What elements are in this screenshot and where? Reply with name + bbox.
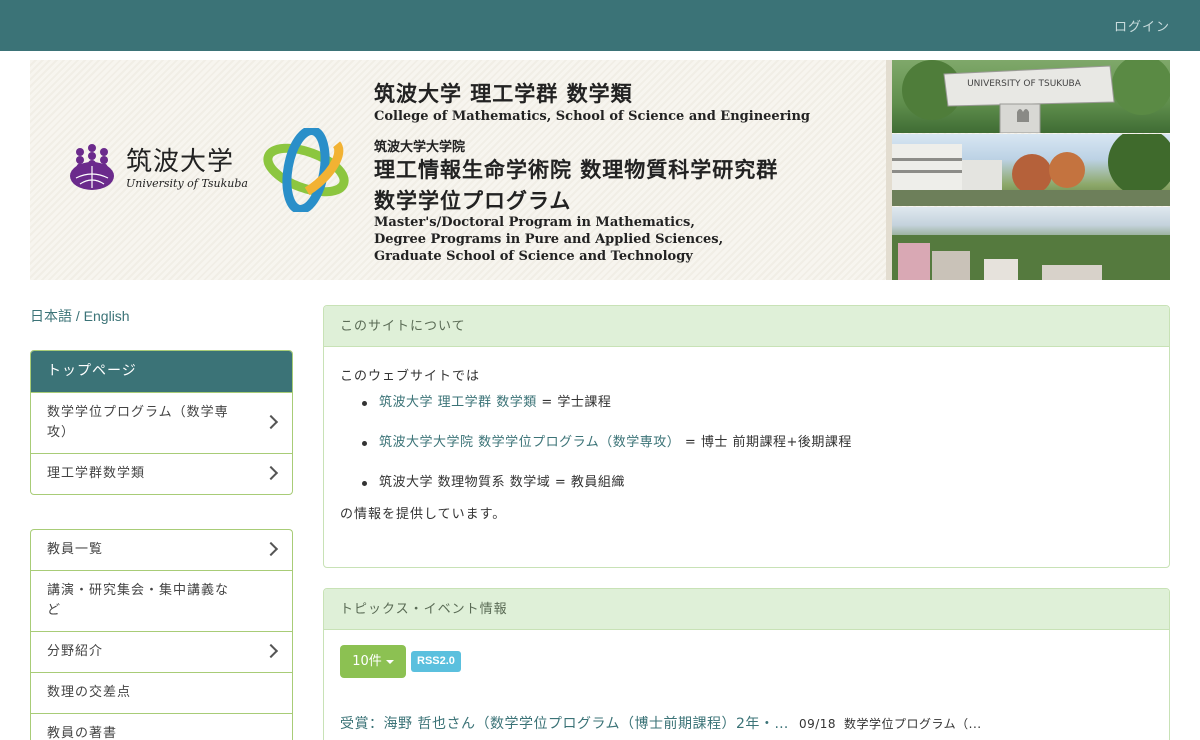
graduate-program-link[interactable]: 筑波大学大学院 数学学位プログラム（数学専攻） xyxy=(379,435,680,450)
sidebar-item-label: 分野紹介 xyxy=(47,644,104,659)
topic-category: 数学学位プログラム（... xyxy=(844,717,982,731)
campus-photo-gate: UNIVERSITY OF TSUKUBA xyxy=(892,60,1170,133)
item-count-dropdown[interactable]: 10件 xyxy=(340,645,406,678)
sidebar-item-fields[interactable]: 分野紹介 xyxy=(31,631,292,672)
sidebar-item-label: 理工学群数学類 xyxy=(47,466,146,481)
campus-photo-building xyxy=(892,134,1170,206)
banner-line-program: 数学学位プログラム xyxy=(374,189,572,213)
sidebar-item-faculty[interactable]: 教員一覧 xyxy=(31,530,292,570)
sidebar-item-books[interactable]: 教員の著書 xyxy=(31,713,292,740)
topic-title-link[interactable]: 受賞：海野 哲也さん（数学学位プログラム（博士前期課程）2年・… xyxy=(340,716,789,732)
sidebar-item-crossroads[interactable]: 数理の交差点 xyxy=(31,672,292,713)
list-item: 筑波大学 数理物質系 数学域 = 教員組織 xyxy=(362,473,1153,513)
sidebar-item-label: 講演・研究集会・集中講義など xyxy=(47,583,230,618)
sidebar-item-lectures[interactable]: 講演・研究集会・集中講義など xyxy=(31,570,292,631)
sidebar-item-college-math[interactable]: 理工学群数学類 xyxy=(31,453,292,494)
banner-line-program-en: Master's/Doctoral Program in Mathematics… xyxy=(374,215,724,264)
list-item: 筑波大学 理工学群 数学類 = 学士課程 xyxy=(362,393,1153,433)
topics-panel: トピックス・イベント情報 10件 RSS2.0 受賞：海野 哲也さん（数学学位プ… xyxy=(323,588,1170,740)
rss-button[interactable]: RSS2.0 xyxy=(411,651,461,672)
language-switch: 日本語 / English xyxy=(30,306,130,326)
banner-line-institute: 理工情報生命学術院 数理物質科学研究群 xyxy=(374,158,779,182)
top-navbar: ログイン xyxy=(0,0,1200,51)
about-panel-title: このサイトについて xyxy=(324,306,1169,347)
header-banner[interactable]: 筑波大学 University of Tsukuba 筑波大学 理工学群 数学類… xyxy=(30,60,1170,280)
caret-down-icon xyxy=(385,659,394,664)
banner-line-college-en: College of Mathematics, School of Scienc… xyxy=(374,109,811,124)
sidebar-menu-main: トップページ 数学学位プログラム（数学専攻） 理工学群数学類 xyxy=(30,350,293,495)
chevron-right-icon xyxy=(263,465,279,481)
sidebar-item-label: 数理の交差点 xyxy=(47,685,132,700)
chevron-right-icon xyxy=(263,414,279,430)
university-logo: 筑波大学 University of Tsukuba xyxy=(64,140,248,196)
login-link[interactable]: ログイン xyxy=(1114,16,1170,35)
topics-panel-title: トピックス・イベント情報 xyxy=(324,589,1169,630)
about-panel: このサイトについて このウェブサイトでは 筑波大学 理工学群 数学類 = 学士課… xyxy=(323,305,1170,568)
topic-date: 09/18 xyxy=(798,717,837,731)
sidebar-item-label: 教員一覧 xyxy=(47,542,104,557)
sidebar-item-math-program[interactable]: 数学学位プログラム（数学専攻） xyxy=(31,392,292,453)
campus-photo-aerial xyxy=(892,207,1170,280)
about-intro-text: このウェブサイトでは xyxy=(340,369,481,384)
campus-photos: UNIVERSITY OF TSUKUBA xyxy=(886,60,1170,280)
paulownia-crest-icon xyxy=(70,144,114,190)
faculty-org-text: 筑波大学 数理物質系 数学域 xyxy=(379,475,551,490)
list-item: 受賞：海野 哲也さん（数学学位プログラム（博士前期課程）2年・… 09/18 数学学… xyxy=(340,713,982,733)
sidebar-item-top-page[interactable]: トップページ xyxy=(31,351,292,392)
mathematics-ring-logo-icon xyxy=(263,128,349,212)
sidebar-item-label: 数学学位プログラム（数学専攻） xyxy=(47,405,229,440)
about-list: 筑波大学 理工学群 数学類 = 学士課程 筑波大学大学院 数学学位プログラム（数… xyxy=(362,393,1153,513)
chevron-right-icon xyxy=(263,541,279,557)
list-item: 筑波大学大学院 数学学位プログラム（数学専攻） = 博士 前期課程+後期課程 xyxy=(362,433,1153,473)
sidebar-item-label: 教員の著書 xyxy=(47,726,118,740)
lang-english-link[interactable]: English xyxy=(84,308,130,324)
banner-line-graduate: 筑波大学大学院 xyxy=(374,140,466,155)
lang-separator: / xyxy=(72,308,84,324)
university-name-jp: 筑波大学 xyxy=(126,146,235,177)
college-math-link[interactable]: 筑波大学 理工学群 数学類 xyxy=(379,395,537,410)
banner-line-college: 筑波大学 理工学群 数学類 xyxy=(374,82,633,106)
chevron-right-icon xyxy=(263,643,279,659)
sidebar-menu-secondary: 教員一覧 講演・研究集会・集中講義など 分野紹介 数理の交差点 教員の著書 xyxy=(30,529,293,740)
university-name-en: University of Tsukuba xyxy=(126,176,248,190)
lang-japanese-link[interactable]: 日本語 xyxy=(30,308,72,324)
campus-gate-sign: UNIVERSITY OF TSUKUBA xyxy=(967,79,1082,89)
